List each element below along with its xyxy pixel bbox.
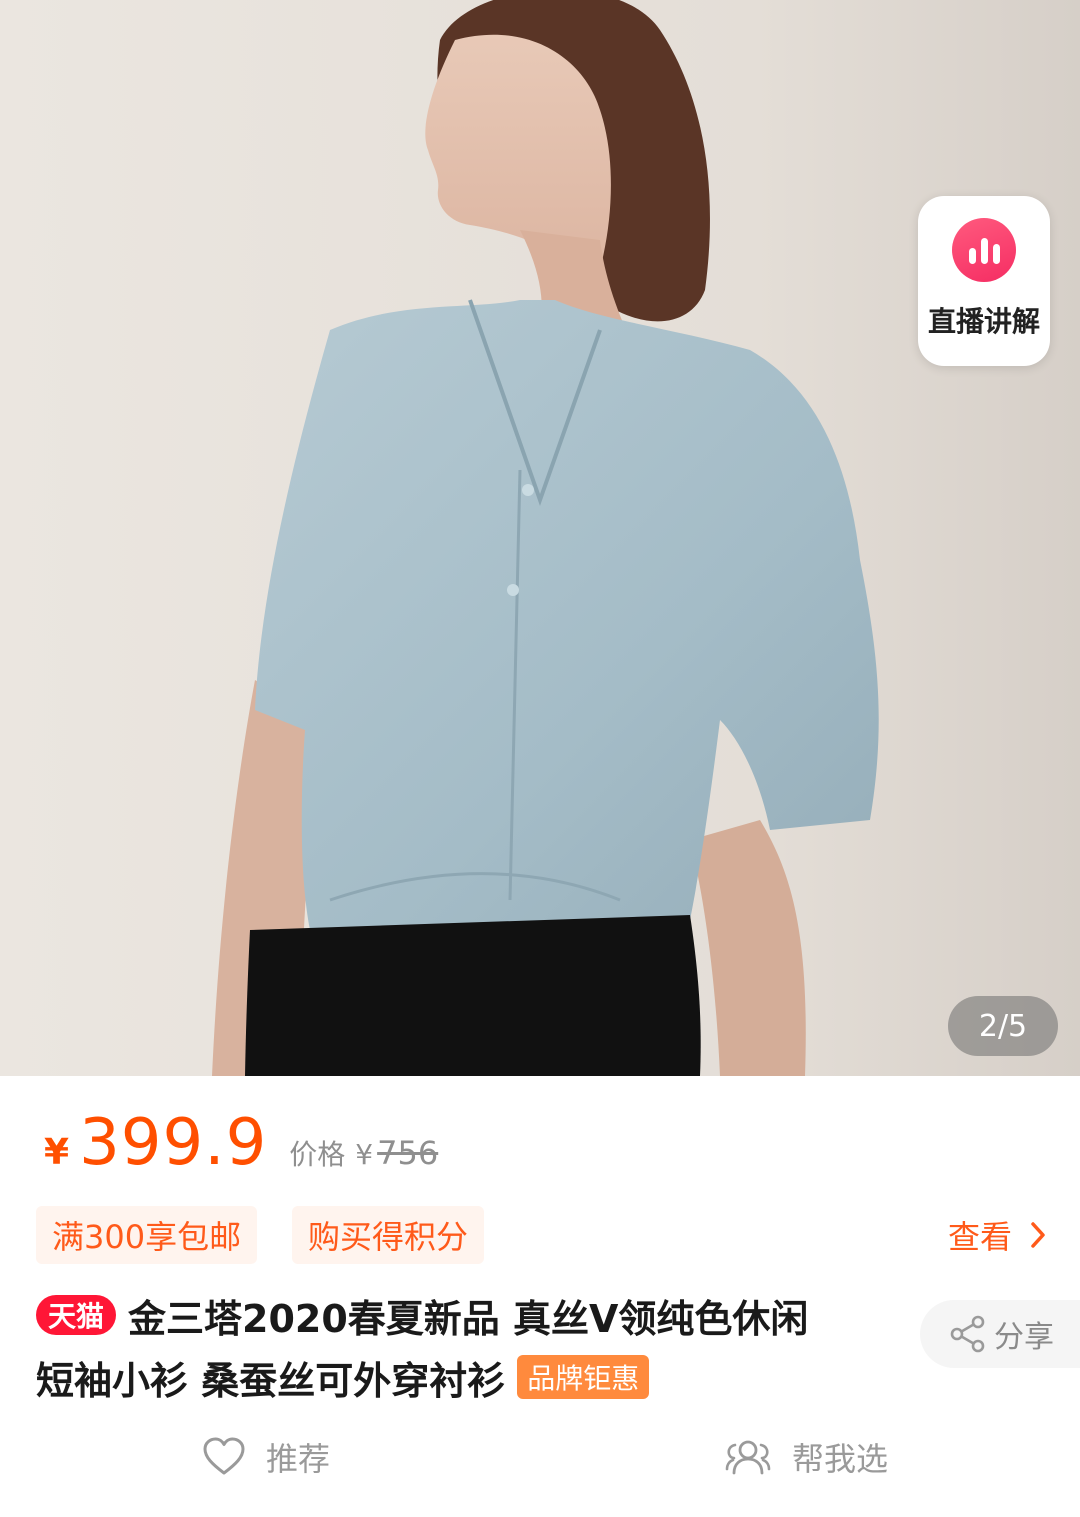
product-photo	[0, 0, 1080, 1076]
live-stats-icon	[952, 218, 1016, 282]
promotion-row: 满300享包邮 购买得积分 查看	[36, 1206, 1046, 1264]
bottom-action-bar: 推荐 帮我选	[0, 1426, 1080, 1488]
original-price-label: 价格	[289, 1138, 346, 1171]
product-title-text-1: 金三塔2020春夏新品 真丝V领纯色休闲	[128, 1296, 809, 1341]
chevron-right-icon	[1031, 1222, 1045, 1248]
help-me-choose-button[interactable]: 帮我选	[724, 1426, 888, 1488]
live-explain-button[interactable]: 直播讲解	[918, 196, 1050, 366]
share-icon	[950, 1315, 985, 1353]
product-image-gallery[interactable]: 直播讲解 2/5	[0, 0, 1080, 1076]
product-title-line-2: 短袖小衫 桑蚕丝可外穿衬衫 品牌钜惠	[36, 1346, 916, 1408]
product-title-line-1: 天猫 金三塔2020春夏新品 真丝V领纯色休闲	[36, 1284, 916, 1346]
promo-chip-points: 购买得积分	[292, 1206, 485, 1264]
share-label: 分享	[994, 1320, 1054, 1355]
original-price: 756	[377, 1134, 439, 1172]
product-title-text-2: 短袖小衫 桑蚕丝可外穿衬衫	[36, 1358, 506, 1403]
current-price: 399.9	[79, 1106, 268, 1180]
share-button[interactable]: 分享	[920, 1300, 1080, 1368]
price-currency-symbol: ¥	[44, 1132, 70, 1173]
tmall-store-badge: 天猫	[36, 1295, 117, 1335]
heart-icon	[203, 1437, 245, 1475]
brand-deal-badge: 品牌钜惠	[517, 1355, 650, 1399]
help-me-choose-label: 帮我选	[792, 1440, 889, 1478]
view-promotions-label: 查看	[947, 1218, 1012, 1256]
live-explain-label: 直播讲解	[927, 305, 1040, 338]
image-pager-indicator: 2/5	[948, 996, 1058, 1056]
promo-chip-free-shipping: 满300享包邮	[36, 1206, 258, 1264]
recommend-label: 推荐	[266, 1440, 331, 1478]
view-promotions-link[interactable]: 查看	[948, 1206, 1046, 1264]
price-row: ¥ 399.9 价格 ¥ 756	[44, 1106, 438, 1180]
product-title: 天猫 金三塔2020春夏新品 真丝V领纯色休闲 短袖小衫 桑蚕丝可外穿衬衫 品牌…	[36, 1284, 916, 1408]
original-price-currency: ¥	[355, 1138, 374, 1171]
recommend-button[interactable]: 推荐	[202, 1426, 330, 1488]
group-users-icon	[725, 1440, 771, 1475]
